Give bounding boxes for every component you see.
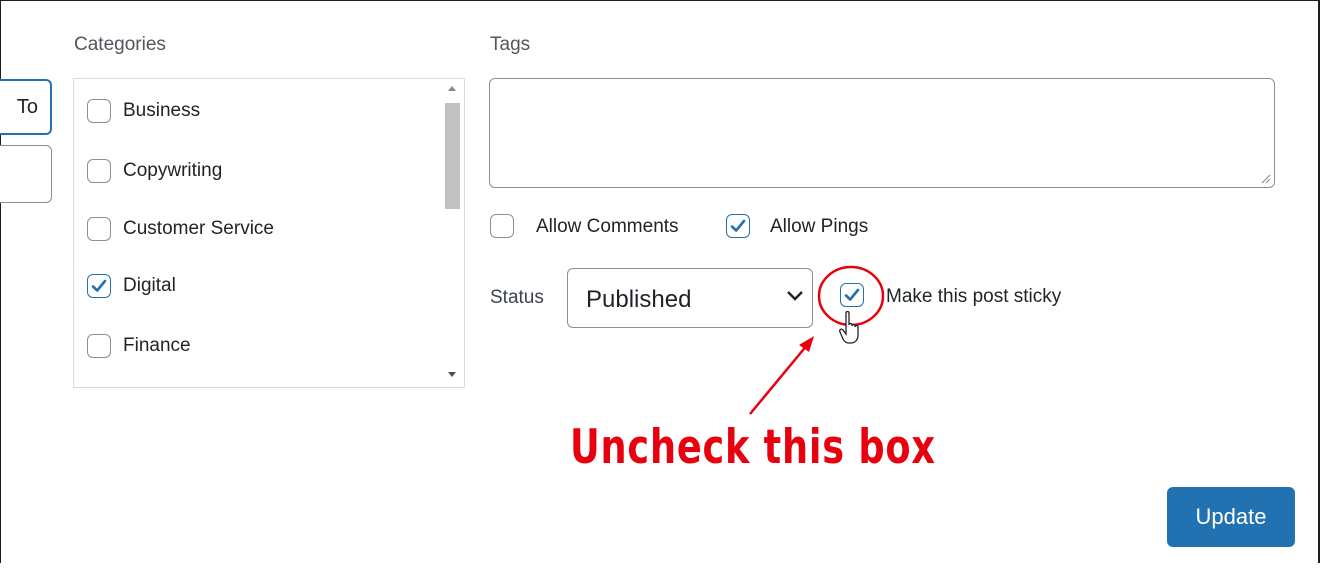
sticky-label: Make this post sticky <box>886 286 1062 307</box>
category-label-digital: Digital <box>123 275 176 296</box>
allow-pings-checkbox[interactable] <box>726 214 750 238</box>
chevron-down-icon <box>787 291 803 301</box>
category-label-copywriting: Copywriting <box>123 160 223 181</box>
category-label-customer-service: Customer Service <box>123 218 274 239</box>
left-partial-input[interactable] <box>0 145 52 203</box>
checkmark-icon <box>730 219 746 232</box>
annotation-arrow-icon <box>749 336 814 415</box>
scroll-thumb[interactable] <box>445 103 460 209</box>
scroll-down-arrow-icon[interactable] <box>448 372 456 377</box>
scroll-up-arrow-icon[interactable] <box>448 86 456 91</box>
category-checkbox-copywriting[interactable] <box>87 159 111 183</box>
update-button[interactable]: Update <box>1167 487 1295 547</box>
category-checkbox-business[interactable] <box>87 99 111 123</box>
allow-comments-label: Allow Comments <box>536 216 679 237</box>
status-label: Status <box>490 287 544 308</box>
tags-heading: Tags <box>490 34 531 55</box>
checkmark-icon <box>91 279 107 292</box>
annotation-text: Uncheck this box <box>570 420 936 475</box>
category-label-business: Business <box>123 100 201 121</box>
category-checkbox-digital[interactable] <box>87 274 111 298</box>
status-selected-value: Published <box>586 286 692 313</box>
status-select[interactable]: Published <box>567 268 813 328</box>
allow-pings-label: Allow Pings <box>770 216 869 237</box>
categories-heading: Categories <box>74 34 166 55</box>
category-checkbox-finance[interactable] <box>87 334 111 358</box>
allow-comments-checkbox[interactable] <box>490 214 514 238</box>
category-checkbox-customer-service[interactable] <box>87 217 111 241</box>
frame-bottom-edge <box>0 563 1320 569</box>
hand-cursor-icon <box>839 310 859 344</box>
tags-textarea[interactable] <box>489 78 1275 188</box>
resize-handle-icon[interactable] <box>1259 172 1271 184</box>
category-label-finance: Finance <box>123 335 191 356</box>
to-button[interactable]: To <box>0 79 52 135</box>
